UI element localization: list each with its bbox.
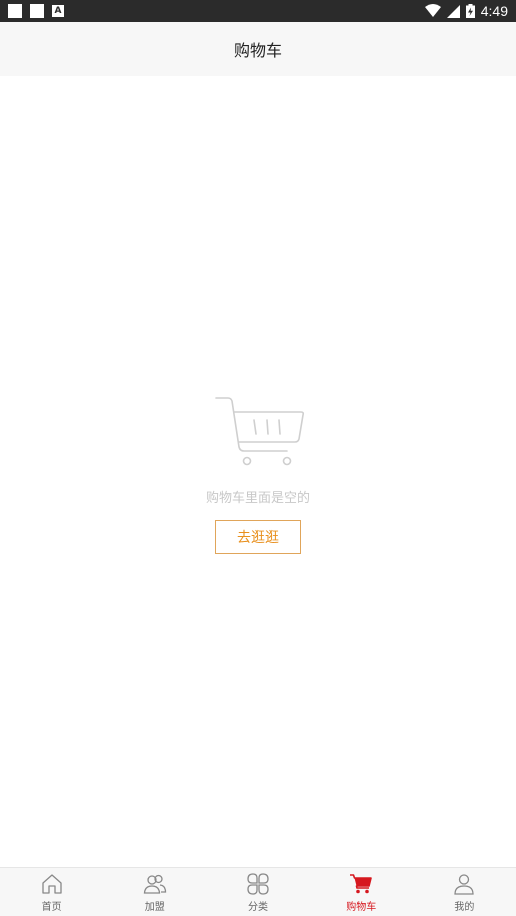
tab-category[interactable]: 分类	[206, 868, 309, 916]
grid-petals-icon	[247, 872, 269, 895]
tab-mine[interactable]: 我的	[413, 868, 516, 916]
status-notifications: A	[8, 4, 64, 18]
notification-square-icon	[8, 4, 22, 18]
tab-home[interactable]: 首页	[0, 868, 103, 916]
bottom-tab-bar: 首页 加盟 分类 购物车 我的	[0, 867, 516, 916]
tab-label: 购物车	[346, 901, 377, 913]
tab-cart[interactable]: 购物车	[310, 868, 413, 916]
status-system: 4:49	[424, 3, 508, 19]
tab-franchise[interactable]: 加盟	[103, 868, 206, 916]
top-navigation-bar: 购物车	[0, 22, 516, 76]
status-time: 4:49	[480, 3, 508, 19]
tab-label: 分类	[248, 901, 268, 913]
wifi-icon	[424, 4, 441, 17]
users-icon	[143, 874, 166, 894]
page-title: 购物车	[233, 41, 282, 60]
empty-cart-state: 购物车里面是空的 去逛逛	[0, 395, 516, 554]
person-icon	[454, 873, 475, 895]
notification-square-icon	[30, 4, 44, 18]
battery-icon	[465, 4, 475, 18]
go-shopping-button[interactable]: 去逛逛	[215, 520, 301, 554]
status-bar: A 4:49	[0, 0, 516, 22]
signal-icon	[446, 4, 460, 18]
notification-app-icon: A	[52, 5, 64, 17]
tab-label: 加盟	[144, 901, 165, 913]
cart-icon	[350, 873, 373, 893]
empty-cart-message: 购物车里面是空的	[205, 491, 310, 506]
tab-label: 首页	[41, 901, 62, 913]
home-icon	[41, 873, 62, 894]
empty-cart-icon	[215, 397, 305, 466]
tab-label: 我的	[454, 901, 475, 913]
